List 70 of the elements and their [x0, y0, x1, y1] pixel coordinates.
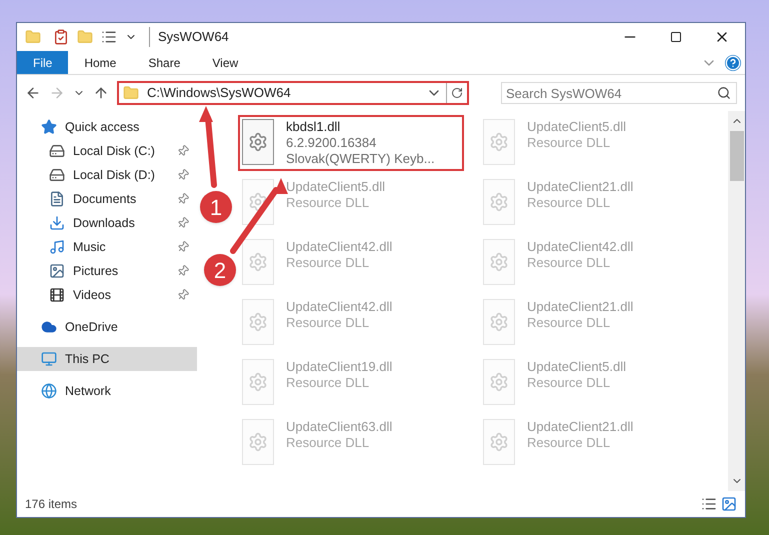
ribbon-tab[interactable]: Share	[132, 51, 196, 74]
sidebar-item[interactable]: Network	[17, 379, 197, 403]
item-count: 176 items	[25, 496, 78, 513]
sidebar-item[interactable]: OneDrive	[17, 315, 197, 339]
address-text: C:\Windows\SysWOW64	[147, 84, 292, 102]
file-detail: Resource DLL	[286, 375, 370, 391]
drive-icon	[49, 143, 65, 159]
file-detail: Slovak(QWERTY) Keyb...	[286, 151, 435, 167]
file-detail: Resource DLL	[527, 195, 612, 211]
search-field[interactable]: Search SysWOW64	[501, 82, 737, 104]
help-icon[interactable]	[725, 54, 741, 70]
file-gear-icon[interactable]	[242, 119, 274, 165]
file-detail: Resource DLL	[527, 375, 612, 391]
music-note-icon	[49, 239, 65, 255]
star-icon	[41, 119, 57, 135]
address-field[interactable]: C:\Windows\SysWOW64	[117, 81, 469, 105]
ribbon-tab[interactable]: View	[196, 51, 254, 74]
file-detail: Resource DLL	[527, 255, 612, 271]
sidebar-item[interactable]: Videos	[17, 283, 197, 307]
sidebar-label: Network	[65, 382, 112, 400]
sidebar-label: Pictures	[73, 262, 120, 280]
properties-icon[interactable]	[53, 29, 69, 45]
sidebar-item[interactable]: Downloads	[17, 211, 197, 235]
file-detail: Resource DLL	[286, 195, 370, 211]
scrollbar[interactable]	[728, 111, 745, 491]
monitor-icon	[41, 351, 57, 367]
file-detail: Resource DLL	[527, 435, 612, 451]
file-detail: Resource DLL	[286, 315, 370, 331]
film-icon	[49, 287, 65, 303]
window-title: SysWOW64	[149, 27, 229, 47]
sidebar-label: Downloads	[73, 214, 136, 232]
view-list-icon[interactable]	[101, 29, 117, 45]
file-detail: Resource DLL	[527, 315, 612, 331]
sidebar-label: Local Disk (C:)	[73, 142, 156, 160]
sidebar-label: Local Disk (D:)	[73, 166, 156, 184]
sidebar-label: Quick access	[65, 118, 140, 136]
picture-icon	[49, 263, 65, 279]
sidebar-item[interactable]: Documents	[17, 187, 197, 211]
search-icon[interactable]	[717, 86, 731, 100]
sidebar-item[interactable]: Quick access	[17, 115, 197, 139]
document-icon	[49, 191, 65, 207]
file-name[interactable]: kbdsl1.dll	[286, 119, 435, 135]
large-icons-view-icon[interactable]	[721, 496, 737, 512]
ribbon-tab[interactable]: File	[17, 51, 68, 74]
file-detail: Resource DLL	[286, 435, 370, 451]
sidebar-item[interactable]: This PC	[17, 347, 197, 371]
details-view-icon[interactable]	[701, 496, 717, 512]
cloud-icon	[41, 319, 57, 335]
sidebar-item[interactable]: Music	[17, 235, 197, 259]
file-detail: 6.2.9200.16384	[286, 135, 378, 151]
sidebar-item[interactable]: Local Disk (C:)	[17, 139, 197, 163]
file-detail: Resource DLL	[286, 255, 370, 271]
scroll-thumb[interactable]	[730, 131, 744, 181]
sidebar-label: Documents	[73, 190, 138, 208]
maximize-icon[interactable]	[670, 31, 682, 43]
sidebar-label: OneDrive	[65, 318, 119, 336]
drive-icon	[49, 167, 65, 183]
up-icon[interactable]	[93, 85, 109, 101]
back-icon[interactable]	[25, 85, 41, 101]
refresh-icon[interactable]	[451, 87, 463, 99]
network-icon	[41, 383, 57, 399]
sidebar-item[interactable]: Local Disk (D:)	[17, 163, 197, 187]
sidebar-label: Music	[73, 238, 107, 256]
folder-icon	[123, 85, 139, 101]
sidebar-label: This PC	[65, 350, 110, 368]
file-detail: Resource DLL	[527, 135, 612, 151]
download-icon	[49, 215, 65, 231]
sidebar-item[interactable]: Pictures	[17, 259, 197, 283]
ribbon-tab[interactable]: Home	[68, 51, 132, 74]
sidebar-label: Videos	[73, 286, 112, 304]
